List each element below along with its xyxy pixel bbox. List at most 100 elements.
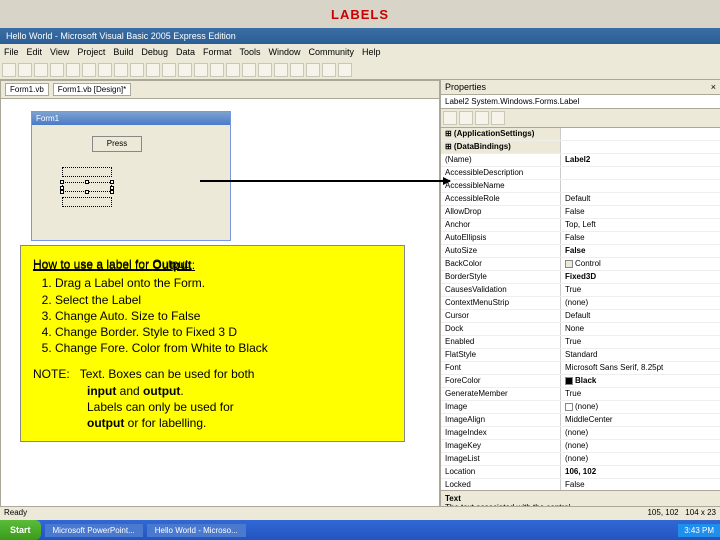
- properties-panel: Properties × Label2 System.Windows.Forms…: [440, 80, 720, 520]
- menu-debug[interactable]: Debug: [141, 47, 168, 57]
- instruction-callout: How to use a label for Output: How to us…: [20, 245, 405, 442]
- property-row[interactable]: CursorDefault: [441, 310, 720, 323]
- status-pos: 105, 102: [647, 508, 678, 517]
- toolbar-button[interactable]: [306, 63, 320, 77]
- property-row[interactable]: AnchorTop, Left: [441, 219, 720, 232]
- toolbar-button[interactable]: [322, 63, 336, 77]
- toolbar-button[interactable]: [34, 63, 48, 77]
- properties-grid[interactable]: ⊞ (ApplicationSettings)⊞ (DataBindings)(…: [441, 128, 720, 490]
- properties-header: Properties ×: [441, 80, 720, 95]
- properties-object-selector[interactable]: Label2 System.Windows.Forms.Label: [441, 95, 720, 109]
- toolbar-button[interactable]: [226, 63, 240, 77]
- property-row[interactable]: AutoSizeFalse: [441, 245, 720, 258]
- menu-window[interactable]: Window: [269, 47, 301, 57]
- press-button[interactable]: Press: [92, 136, 142, 152]
- toolbar-button[interactable]: [210, 63, 224, 77]
- property-row[interactable]: ImageKey(none): [441, 440, 720, 453]
- property-row[interactable]: CausesValidationTrue: [441, 284, 720, 297]
- toolbar-button[interactable]: [2, 63, 16, 77]
- document-tab[interactable]: Form1.vb [Design]*: [53, 83, 131, 96]
- form-designer[interactable]: Form1 Press: [31, 111, 231, 241]
- taskbar-item[interactable]: Microsoft PowerPoint...: [45, 524, 143, 537]
- label2-placeholder[interactable]: [62, 182, 112, 192]
- property-row[interactable]: LockedFalse: [441, 479, 720, 490]
- taskbar: Start Microsoft PowerPoint... Hello World…: [0, 520, 720, 540]
- events-icon[interactable]: [491, 111, 505, 125]
- toolbar-button[interactable]: [18, 63, 32, 77]
- property-row[interactable]: (Name)Label2: [441, 154, 720, 167]
- titlebar: Hello World - Microsoft Visual Basic 200…: [0, 28, 720, 44]
- property-row[interactable]: AutoEllipsisFalse: [441, 232, 720, 245]
- property-row[interactable]: ImageList(none): [441, 453, 720, 466]
- menu-edit[interactable]: Edit: [27, 47, 43, 57]
- properties-icon[interactable]: [475, 111, 489, 125]
- step-item: Change Border. Style to Fixed 3 D: [55, 324, 392, 340]
- property-row[interactable]: ForeColorBlack: [441, 375, 720, 388]
- property-row[interactable]: FlatStyleStandard: [441, 349, 720, 362]
- alphabetical-icon[interactable]: [459, 111, 473, 125]
- taskbar-item[interactable]: Hello World - Microso...: [147, 524, 246, 537]
- menu-build[interactable]: Build: [113, 47, 133, 57]
- status-size: 104 x 23: [685, 508, 716, 517]
- menu-tools[interactable]: Tools: [239, 47, 260, 57]
- property-row[interactable]: AccessibleRoleDefault: [441, 193, 720, 206]
- toolbar-button[interactable]: [66, 63, 80, 77]
- close-icon[interactable]: ×: [711, 82, 716, 92]
- menu-help[interactable]: Help: [362, 47, 381, 57]
- property-row[interactable]: ⊞ (DataBindings): [441, 141, 720, 154]
- callout-arrow: [200, 180, 450, 182]
- property-row[interactable]: ⊞ (ApplicationSettings): [441, 128, 720, 141]
- property-row[interactable]: AllowDropFalse: [441, 206, 720, 219]
- toolbar-button[interactable]: [130, 63, 144, 77]
- property-row[interactable]: ContextMenuStrip(none): [441, 297, 720, 310]
- toolbar-button[interactable]: [146, 63, 160, 77]
- property-row[interactable]: Image(none): [441, 401, 720, 414]
- menu-file[interactable]: File: [4, 47, 19, 57]
- step-item: Change Auto. Size to False: [55, 308, 392, 324]
- toolbar-button[interactable]: [82, 63, 96, 77]
- toolbar-button[interactable]: [258, 63, 272, 77]
- categorized-icon[interactable]: [443, 111, 457, 125]
- toolbar-button[interactable]: [162, 63, 176, 77]
- property-row[interactable]: BackColorControl: [441, 258, 720, 271]
- callout-steps: Drag a Label onto the Form.Select the La…: [55, 275, 392, 356]
- toolbar-button[interactable]: [242, 63, 256, 77]
- label3-placeholder[interactable]: [62, 197, 112, 207]
- status-left: Ready: [4, 508, 27, 519]
- property-row[interactable]: ImageAlignMiddleCenter: [441, 414, 720, 427]
- toolbar-button[interactable]: [194, 63, 208, 77]
- step-item: Select the Label: [55, 292, 392, 308]
- step-item: Change Fore. Color from White to Black: [55, 340, 392, 356]
- property-row[interactable]: GenerateMemberTrue: [441, 388, 720, 401]
- menubar: File Edit View Project Build Debug Data Format T…: [0, 44, 720, 60]
- toolbar-button[interactable]: [338, 63, 352, 77]
- property-row[interactable]: AccessibleDescription: [441, 167, 720, 180]
- document-tab[interactable]: Form1.vb: [5, 83, 49, 96]
- toolbar-button[interactable]: [178, 63, 192, 77]
- label1-placeholder[interactable]: [62, 167, 112, 177]
- property-row[interactable]: BorderStyleFixed3D: [441, 271, 720, 284]
- menu-project[interactable]: Project: [77, 47, 105, 57]
- property-row[interactable]: FontMicrosoft Sans Serif, 8.25pt: [441, 362, 720, 375]
- toolbar-button[interactable]: [290, 63, 304, 77]
- menu-view[interactable]: View: [50, 47, 69, 57]
- toolbar-button[interactable]: [114, 63, 128, 77]
- property-row[interactable]: Location106, 102: [441, 466, 720, 479]
- menu-data[interactable]: Data: [176, 47, 195, 57]
- property-row[interactable]: AccessibleName: [441, 180, 720, 193]
- menu-format[interactable]: Format: [203, 47, 232, 57]
- system-tray-time: 3:43 PM: [678, 524, 720, 537]
- property-row[interactable]: EnabledTrue: [441, 336, 720, 349]
- start-button[interactable]: Start: [0, 520, 41, 540]
- property-row[interactable]: DockNone: [441, 323, 720, 336]
- ide-statusbar: Ready 105, 102 104 x 23: [0, 506, 720, 520]
- property-row[interactable]: ImageIndex(none): [441, 427, 720, 440]
- toolbar-button[interactable]: [274, 63, 288, 77]
- callout-note: NOTE: Text. Boxes can be used for both i…: [33, 366, 392, 431]
- property-desc-title: Text: [445, 494, 461, 503]
- properties-title: Properties: [445, 82, 486, 92]
- toolbar-button[interactable]: [98, 63, 112, 77]
- toolbar-button[interactable]: [50, 63, 64, 77]
- menu-community[interactable]: Community: [309, 47, 355, 57]
- toolbar: [0, 60, 720, 80]
